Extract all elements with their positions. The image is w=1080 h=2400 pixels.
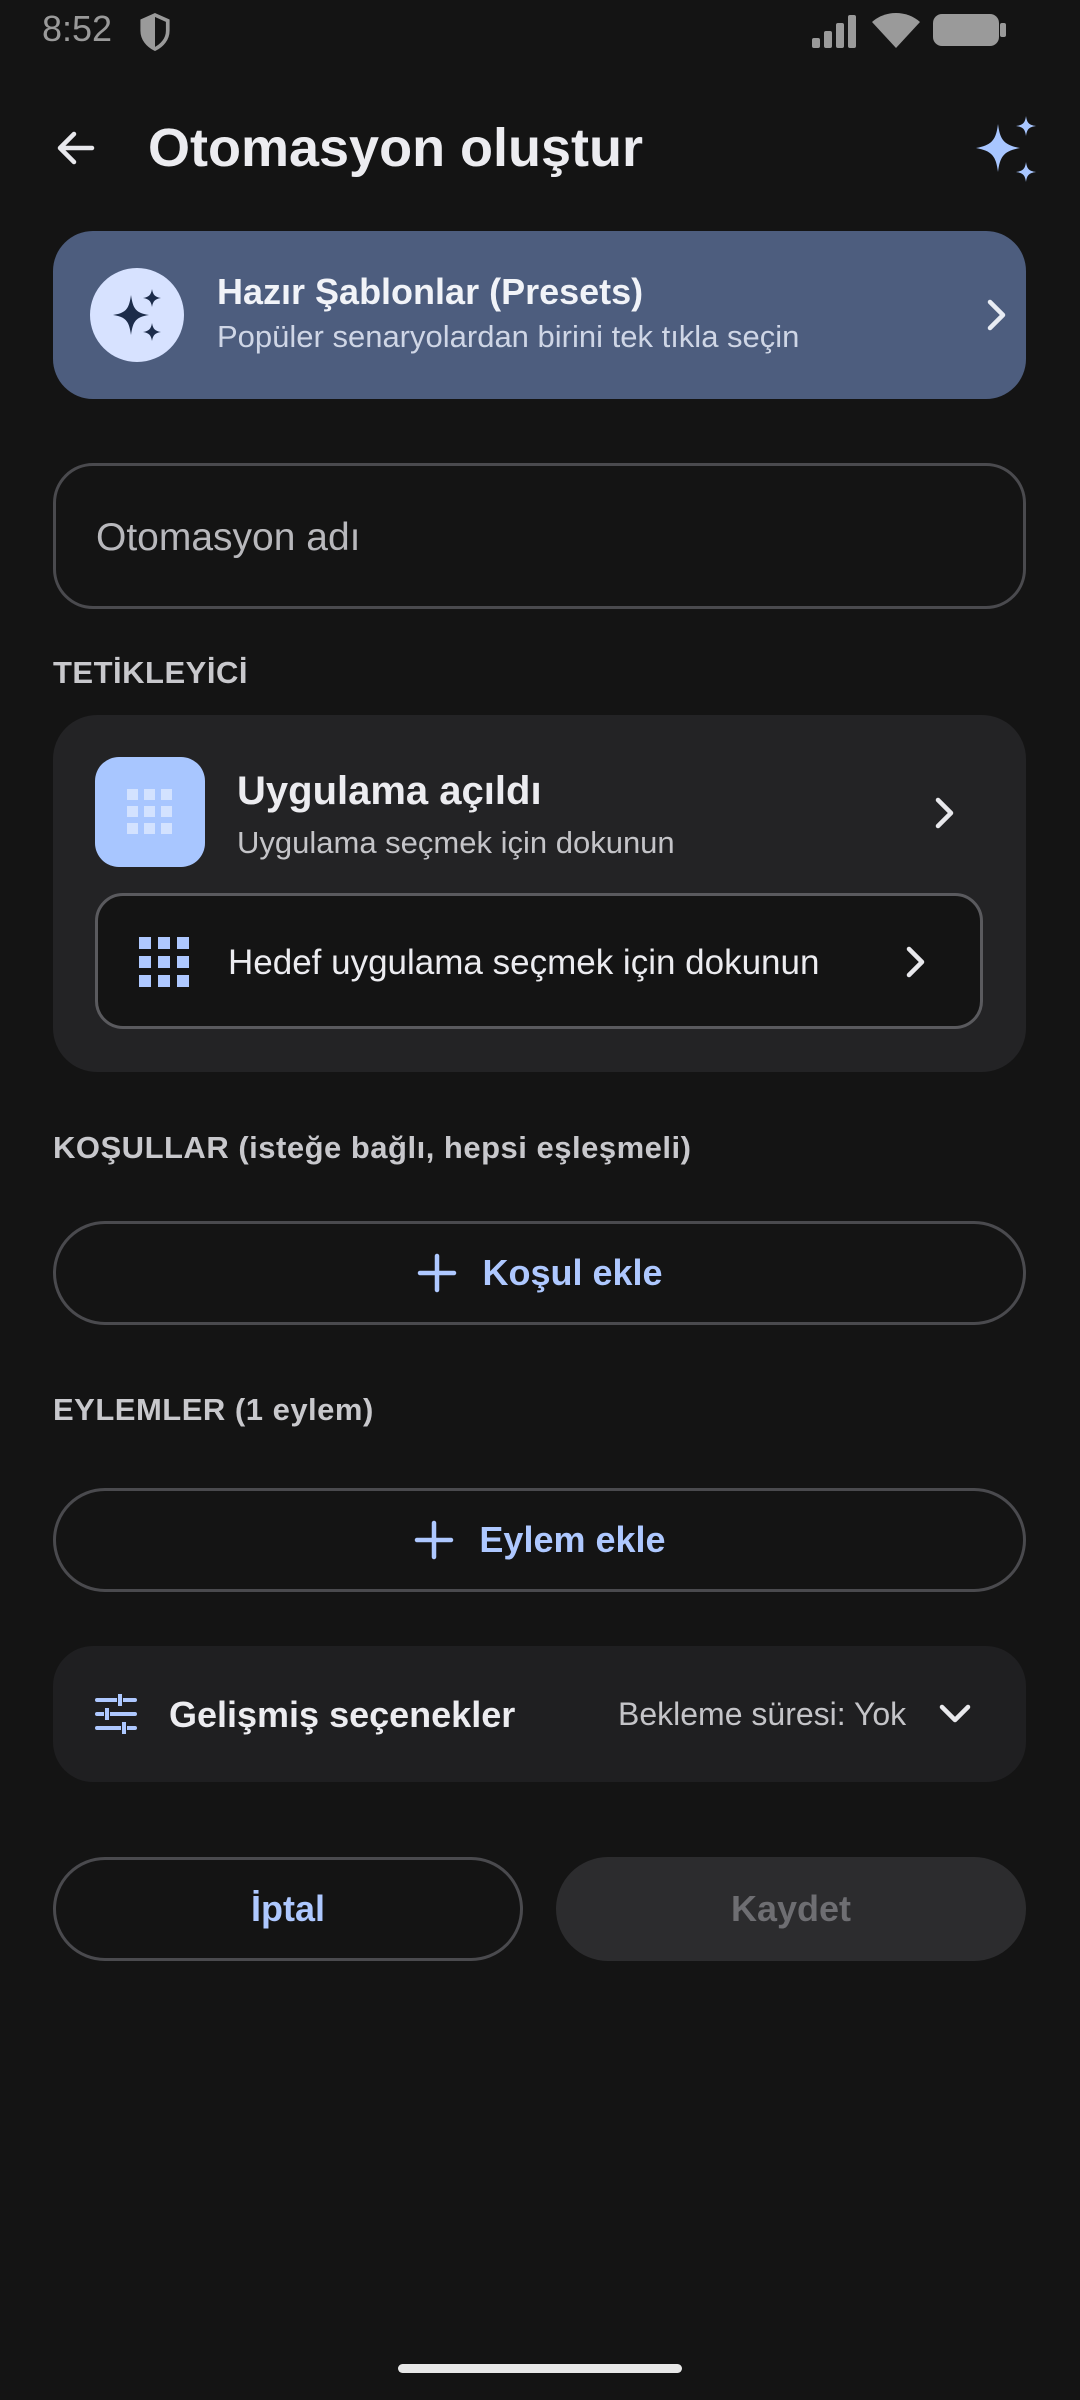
chevron-down-icon — [939, 1704, 971, 1723]
apps-grid-icon — [127, 789, 172, 834]
signal-icon — [812, 15, 856, 48]
presets-title: Hazır Şablonlar (Presets) — [217, 271, 644, 312]
add-condition-label: Koşul ekle — [482, 1252, 663, 1293]
save-button[interactable]: Kaydet — [556, 1857, 1026, 1961]
cancel-button[interactable]: İptal — [53, 1857, 523, 1961]
automation-name-field[interactable]: Otomasyon adı — [53, 463, 1026, 609]
status-bar: 8:52 — [0, 0, 1080, 64]
presets-card[interactable]: Hazır Şablonlar (Presets) Popüler senary… — [53, 231, 1026, 399]
create-automation-screen: 8:52 Otomasyon oluştur Hazır Şablonlar (… — [0, 0, 1080, 2400]
trigger-card: Uygulama açıldı Uygulama seçmek için dok… — [53, 715, 1026, 1072]
add-condition-button[interactable]: Koşul ekle — [53, 1221, 1026, 1325]
chevron-right-icon[interactable] — [931, 793, 959, 833]
shield-icon — [140, 12, 170, 52]
sparkle-icon[interactable] — [968, 112, 1044, 188]
conditions-section-label: KOŞULLAR (isteğe bağlı, hepsi eşleşmeli) — [53, 1130, 692, 1165]
trigger-subtitle: Uygulama seçmek için dokunun — [237, 825, 675, 860]
advanced-options-title: Gelişmiş seçenekler — [169, 1694, 516, 1735]
status-time: 8:52 — [42, 8, 113, 49]
home-indicator[interactable] — [398, 2364, 682, 2373]
tune-icon — [95, 1694, 137, 1734]
plus-icon — [418, 1253, 457, 1293]
add-action-label: Eylem ekle — [479, 1519, 666, 1560]
presets-icon-container — [90, 268, 184, 362]
chevron-right-icon — [987, 299, 1006, 331]
target-app-button[interactable]: Hedef uygulama seçmek için dokunun — [95, 893, 983, 1029]
advanced-options-row[interactable]: Gelişmiş seçenekler Bekleme süresi: Yok — [53, 1646, 1026, 1782]
presets-subtitle: Popüler senaryolardan birini tek tıkla s… — [217, 319, 800, 354]
trigger-section-label: TETİKLEYİCİ — [53, 655, 248, 690]
arrow-back-icon — [57, 131, 95, 165]
back-button[interactable] — [40, 112, 112, 184]
apps-grid-icon — [139, 937, 189, 987]
automation-name-placeholder: Otomasyon adı — [96, 516, 361, 559]
page-title: Otomasyon oluştur — [148, 118, 644, 178]
wifi-icon — [872, 13, 920, 48]
add-action-button[interactable]: Eylem ekle — [53, 1488, 1026, 1592]
sparkle-icon — [113, 289, 161, 341]
cooldown-value: Bekleme süresi: Yok — [618, 1696, 907, 1732]
trigger-title[interactable]: Uygulama açıldı — [237, 769, 542, 814]
apps-icon-container — [95, 757, 205, 867]
battery-icon — [933, 14, 1006, 46]
target-app-label: Hedef uygulama seçmek için dokunun — [228, 943, 820, 982]
plus-icon — [415, 1520, 454, 1560]
chevron-right-icon — [906, 946, 925, 978]
actions-section-label: EYLEMLER (1 eylem) — [53, 1392, 374, 1427]
